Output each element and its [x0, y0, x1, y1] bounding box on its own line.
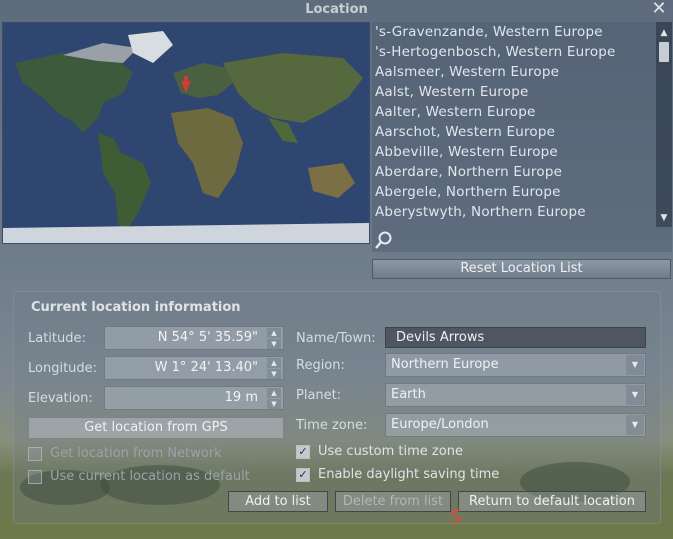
list-item[interactable]: Aalst, Western Europe: [375, 82, 657, 102]
default-checkbox-row[interactable]: Use current location as default: [28, 469, 278, 485]
spin-up-icon[interactable]: ▲: [267, 328, 281, 338]
panel-title: Current location information: [31, 300, 241, 315]
longitude-field[interactable]: W 1° 24' 13.40" ▲ ▼: [104, 356, 284, 380]
spin-down-icon[interactable]: ▼: [267, 369, 281, 379]
dst-label: Enable daylight saving time: [318, 467, 500, 482]
chevron-down-icon[interactable]: ▼: [626, 415, 644, 435]
timezone-value: Europe/London: [391, 417, 489, 432]
list-item[interactable]: Aberystwyth, Northern Europe: [375, 202, 657, 222]
custom-timezone-label: Use custom time zone: [318, 444, 463, 459]
get-location-gps-button[interactable]: Get location from GPS: [28, 417, 284, 439]
elevation-value: 19 m: [224, 390, 258, 405]
return-default-location-button[interactable]: Return to default location: [458, 491, 646, 512]
elevation-label: Elevation:: [28, 391, 93, 406]
timezone-label: Time zone:: [296, 418, 368, 433]
city-list[interactable]: 's-Gravenzande, Western Europe 's-Hertog…: [372, 22, 672, 252]
latitude-value: N 54° 5' 35.59": [157, 330, 258, 345]
default-checkbox-label: Use current location as default: [50, 469, 250, 484]
world-map-graphic: [3, 23, 369, 243]
elevation-field[interactable]: 19 m ▲ ▼: [104, 386, 284, 410]
search-icon[interactable]: [374, 230, 394, 250]
city-list-scrollbar[interactable]: ▲ ▼: [656, 22, 672, 227]
city-items: 's-Gravenzande, Western Europe 's-Hertog…: [375, 22, 657, 227]
add-to-list-button[interactable]: Add to list: [228, 491, 328, 512]
chevron-down-icon[interactable]: ▼: [626, 355, 644, 375]
world-map[interactable]: [2, 22, 370, 244]
region-value: Northern Europe: [391, 357, 499, 372]
latitude-field[interactable]: N 54° 5' 35.59" ▲ ▼: [104, 326, 284, 350]
list-item[interactable]: Aalsmeer, Western Europe: [375, 62, 657, 82]
list-item[interactable]: Aalter, Western Europe: [375, 102, 657, 122]
network-checkbox[interactable]: [28, 447, 42, 461]
delete-from-list-button[interactable]: Delete from list: [335, 491, 451, 512]
spin-up-icon[interactable]: ▲: [267, 358, 281, 368]
region-select[interactable]: Northern Europe ▼: [385, 353, 646, 377]
list-item[interactable]: 's-Hertogenbosch, Western Europe: [375, 42, 657, 62]
list-item[interactable]: Aarschot, Western Europe: [375, 122, 657, 142]
longitude-label: Longitude:: [28, 361, 98, 376]
default-checkbox[interactable]: [28, 470, 42, 484]
spin-down-icon[interactable]: ▼: [267, 399, 281, 409]
timezone-select[interactable]: Europe/London ▼: [385, 413, 646, 437]
scroll-up-arrow-icon[interactable]: ▲: [656, 26, 672, 40]
latitude-label: Latitude:: [28, 331, 86, 346]
network-checkbox-row[interactable]: Get location from Network: [28, 446, 278, 462]
name-town-field[interactable]: Devils Arrows: [385, 327, 646, 348]
chevron-down-icon[interactable]: ▼: [626, 385, 644, 405]
network-checkbox-label: Get location from Network: [50, 446, 222, 461]
list-item[interactable]: 's-Gravenzande, Western Europe: [375, 22, 657, 42]
custom-timezone-checkbox[interactable]: ✓: [296, 445, 310, 459]
close-icon[interactable]: ✕: [651, 0, 667, 18]
south-cardinal-marker: S: [450, 506, 463, 528]
dst-row[interactable]: ✓ Enable daylight saving time: [296, 467, 576, 483]
planet-select[interactable]: Earth ▼: [385, 383, 646, 407]
custom-timezone-row[interactable]: ✓ Use custom time zone: [296, 444, 576, 460]
name-town-label: Name/Town:: [296, 331, 376, 346]
dst-checkbox[interactable]: ✓: [296, 468, 310, 482]
spin-down-icon[interactable]: ▼: [267, 339, 281, 349]
spin-up-icon[interactable]: ▲: [267, 388, 281, 398]
window-title: Location: [305, 2, 368, 17]
region-label: Region:: [296, 358, 345, 373]
list-item[interactable]: Abbeville, Western Europe: [375, 142, 657, 162]
longitude-value: W 1° 24' 13.40": [154, 360, 258, 375]
list-item[interactable]: Aberdare, Northern Europe: [375, 162, 657, 182]
list-item[interactable]: Abergele, Northern Europe: [375, 182, 657, 202]
planet-label: Planet:: [296, 388, 342, 403]
planet-value: Earth: [391, 387, 426, 402]
reset-location-list-button[interactable]: Reset Location List: [372, 259, 671, 279]
scroll-down-arrow-icon[interactable]: ▼: [656, 211, 672, 225]
scrollbar-thumb[interactable]: [659, 42, 669, 62]
